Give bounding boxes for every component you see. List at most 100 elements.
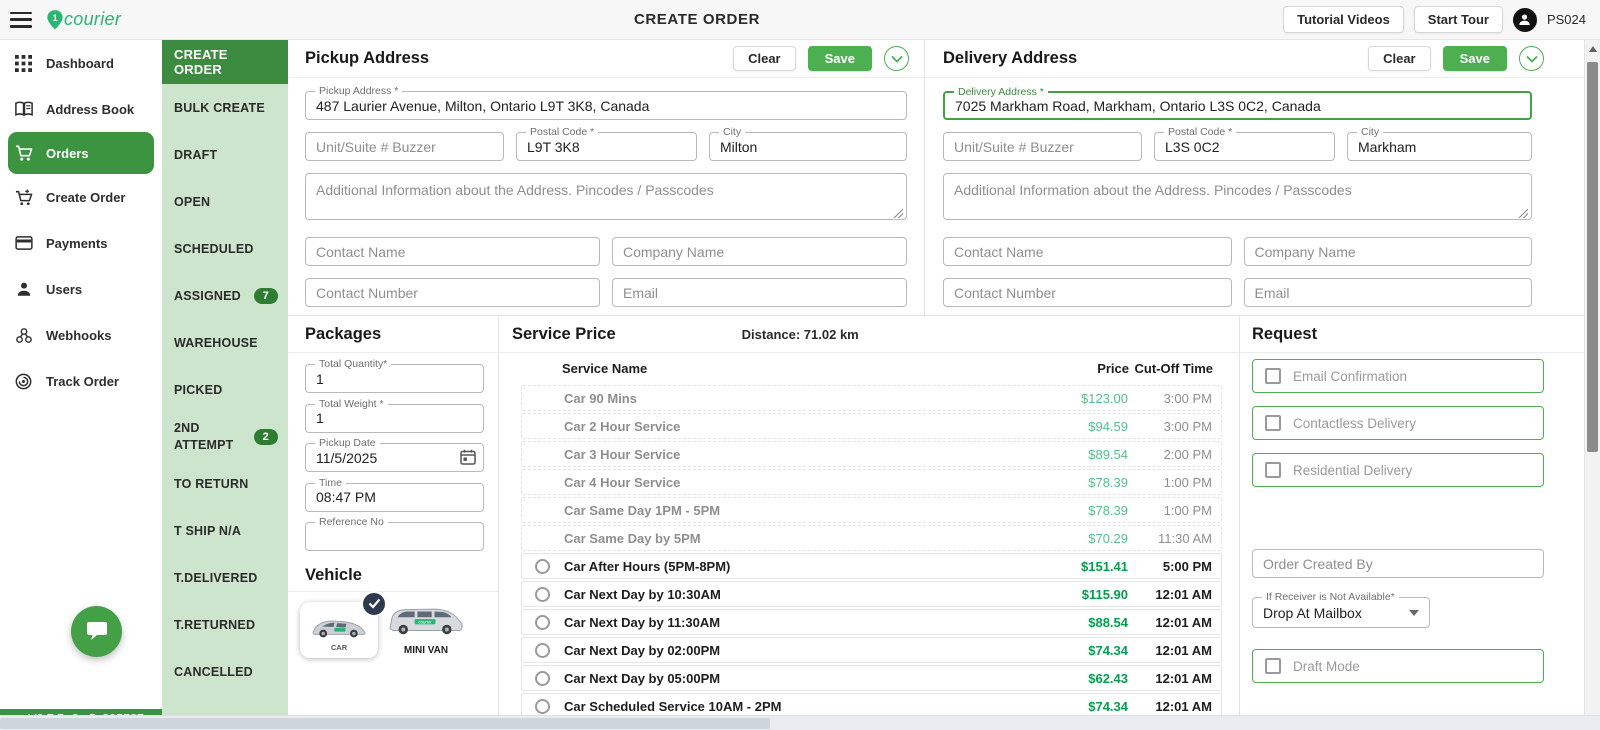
status-item-2nd-attempt[interactable]: 2ND ATTEMPT 2 [162, 413, 288, 460]
vehicle-option-mini-van[interactable]: courier MINI VAN [386, 603, 466, 656]
radio-icon[interactable] [535, 587, 550, 602]
pickup-contact-name-input[interactable] [305, 237, 600, 266]
status-item-to-return[interactable]: TO RETURN [162, 460, 288, 507]
resize-grip-icon[interactable] [894, 209, 903, 218]
status-item-warehouse[interactable]: WAREHOUSE [162, 319, 288, 366]
pickup-clear-button[interactable]: Clear [733, 46, 796, 71]
pickup-contact-number-input[interactable] [305, 278, 600, 307]
receiver-not-available-select[interactable]: If Receiver is Not Available* Drop At Ma… [1252, 597, 1430, 628]
service-row: Car 4 Hour Service $78.39 1:00 PM [521, 469, 1222, 495]
delivery-unit-input[interactable] [943, 132, 1142, 161]
email-confirmation-checkbox[interactable]: Email Confirmation [1252, 359, 1544, 393]
cart-icon [14, 144, 33, 163]
service-row[interactable]: Car Next Day by 05:00PM $62.43 12:01 AM [521, 665, 1222, 691]
status-item-open[interactable]: OPEN [162, 178, 288, 225]
reference-no-field[interactable]: Reference No [305, 522, 484, 551]
delivery-collapse-button[interactable] [1519, 46, 1544, 71]
service-row[interactable]: Car Next Day by 11:30AM $88.54 12:01 AM [521, 609, 1222, 635]
pickup-city-field[interactable]: City [709, 132, 907, 161]
delivery-contact-number-input[interactable] [943, 278, 1232, 307]
vehicle-option-car[interactable]: CAR [300, 602, 378, 658]
radio-icon[interactable] [535, 643, 550, 658]
checkbox-icon[interactable] [1265, 415, 1281, 431]
total-weight-field[interactable]: Total Weight * [305, 404, 484, 433]
delivery-address-field[interactable]: Delivery Address * [943, 91, 1532, 120]
start-tour-button[interactable]: Start Tour [1414, 6, 1503, 33]
delivery-city-field[interactable]: City [1347, 132, 1532, 161]
radio-icon[interactable] [535, 615, 550, 630]
order-created-by-input[interactable] [1252, 549, 1544, 578]
checkbox-icon[interactable] [1265, 368, 1281, 384]
vertical-scrollbar-thumb[interactable] [1587, 62, 1598, 452]
sidebar-item-label: Dashboard [46, 56, 114, 71]
checkbox-icon[interactable] [1265, 658, 1281, 674]
pickup-postal-field[interactable]: Postal Code * [516, 132, 697, 161]
horizontal-scrollbar[interactable] [0, 715, 1600, 730]
delivery-additional-info-textarea[interactable] [943, 173, 1532, 220]
delivery-company-name-input[interactable] [1244, 237, 1533, 266]
status-item-bulk-create[interactable]: BULK CREATE [162, 84, 288, 131]
person-icon [1517, 12, 1532, 27]
sidebar-item-users[interactable]: Users [0, 266, 162, 312]
pickup-time-field[interactable]: Time [305, 483, 484, 512]
radio-icon[interactable] [535, 671, 550, 686]
delivery-save-button[interactable]: Save [1443, 46, 1507, 71]
delivery-clear-button[interactable]: Clear [1368, 46, 1431, 71]
vehicle-option-label: CAR [331, 643, 347, 652]
sidebar-item-create-order[interactable]: Create Order [0, 174, 162, 220]
address-book-icon [14, 100, 33, 119]
user-avatar[interactable] [1513, 8, 1537, 32]
sidebar-item-orders[interactable]: Orders [8, 132, 154, 174]
chevron-down-icon [1526, 55, 1538, 63]
service-row[interactable]: Car Scheduled Service 10AM - 2PM $74.34 … [521, 693, 1222, 716]
status-item-cancelled[interactable]: CANCELLED [162, 648, 288, 695]
pickup-date-field[interactable]: Pickup Date [305, 443, 484, 472]
horizontal-scrollbar-thumb[interactable] [0, 718, 770, 729]
radio-icon[interactable] [535, 699, 550, 714]
status-item-t-returned[interactable]: T.RETURNED [162, 601, 288, 648]
pickup-additional-info-textarea[interactable] [305, 173, 907, 220]
status-item-picked[interactable]: PICKED [162, 366, 288, 413]
sidebar-item-dashboard[interactable]: Dashboard [0, 40, 162, 86]
sidebar-item-address-book[interactable]: Address Book [0, 86, 162, 132]
pickup-address-field[interactable]: Pickup Address * [305, 91, 907, 120]
status-item-t-delivered[interactable]: T.DELIVERED [162, 554, 288, 601]
draft-mode-checkbox[interactable]: Draft Mode [1252, 649, 1544, 683]
pickup-email-input[interactable] [612, 278, 907, 307]
sidebar-item-track-order[interactable]: Track Order [0, 358, 162, 404]
delivery-contact-name-input[interactable] [943, 237, 1232, 266]
delivery-address-panel: Delivery Address Clear Save Delivery Add… [926, 40, 1584, 315]
pickup-company-name-input[interactable] [612, 237, 907, 266]
top-bar: 1 courier CREATE ORDER Tutorial Videos S… [0, 0, 1600, 40]
delivery-postal-field[interactable]: Postal Code * [1154, 132, 1335, 161]
resize-grip-icon[interactable] [1519, 209, 1528, 218]
checkbox-icon[interactable] [1265, 462, 1281, 478]
sidebar-item-payments[interactable]: Payments [0, 220, 162, 266]
service-price-title: Service Price [512, 325, 616, 344]
sidebar-item-label: Webhooks [46, 328, 112, 343]
status-item-scheduled[interactable]: SCHEDULED [162, 225, 288, 272]
pickup-save-button[interactable]: Save [808, 46, 872, 71]
service-row[interactable]: Car Next Day by 02:00PM $74.34 12:01 AM [521, 637, 1222, 663]
scroll-up-arrow-icon[interactable] [1589, 46, 1597, 52]
service-row[interactable]: Car After Hours (5PM-8PM) $151.41 5:00 P… [521, 553, 1222, 579]
delivery-email-input[interactable] [1244, 278, 1533, 307]
contactless-delivery-checkbox[interactable]: Contactless Delivery [1252, 406, 1544, 440]
sidebar-item-webhooks[interactable]: Webhooks [0, 312, 162, 358]
calendar-icon[interactable] [460, 449, 476, 465]
status-item-create-order[interactable]: CREATE ORDER [162, 40, 288, 84]
total-quantity-field[interactable]: Total Quantity* [305, 364, 484, 393]
pickup-collapse-button[interactable] [884, 46, 909, 71]
pickup-unit-input[interactable] [305, 132, 504, 161]
service-row[interactable]: Car Next Day by 10:30AM $115.90 12:01 AM [521, 581, 1222, 607]
status-item-assigned[interactable]: ASSIGNED 7 [162, 272, 288, 319]
status-item-draft[interactable]: DRAFT [162, 131, 288, 178]
vertical-scrollbar[interactable] [1584, 40, 1600, 715]
status-item-t-ship-na[interactable]: T SHIP N/A [162, 507, 288, 554]
radio-icon[interactable] [535, 559, 550, 574]
svg-text:courier: courier [418, 619, 432, 624]
tutorial-videos-button[interactable]: Tutorial Videos [1283, 6, 1404, 33]
chat-support-button[interactable] [71, 606, 122, 657]
main-content: Pickup Address Clear Save Pickup Address… [288, 40, 1584, 715]
residential-delivery-checkbox[interactable]: Residential Delivery [1252, 453, 1544, 487]
